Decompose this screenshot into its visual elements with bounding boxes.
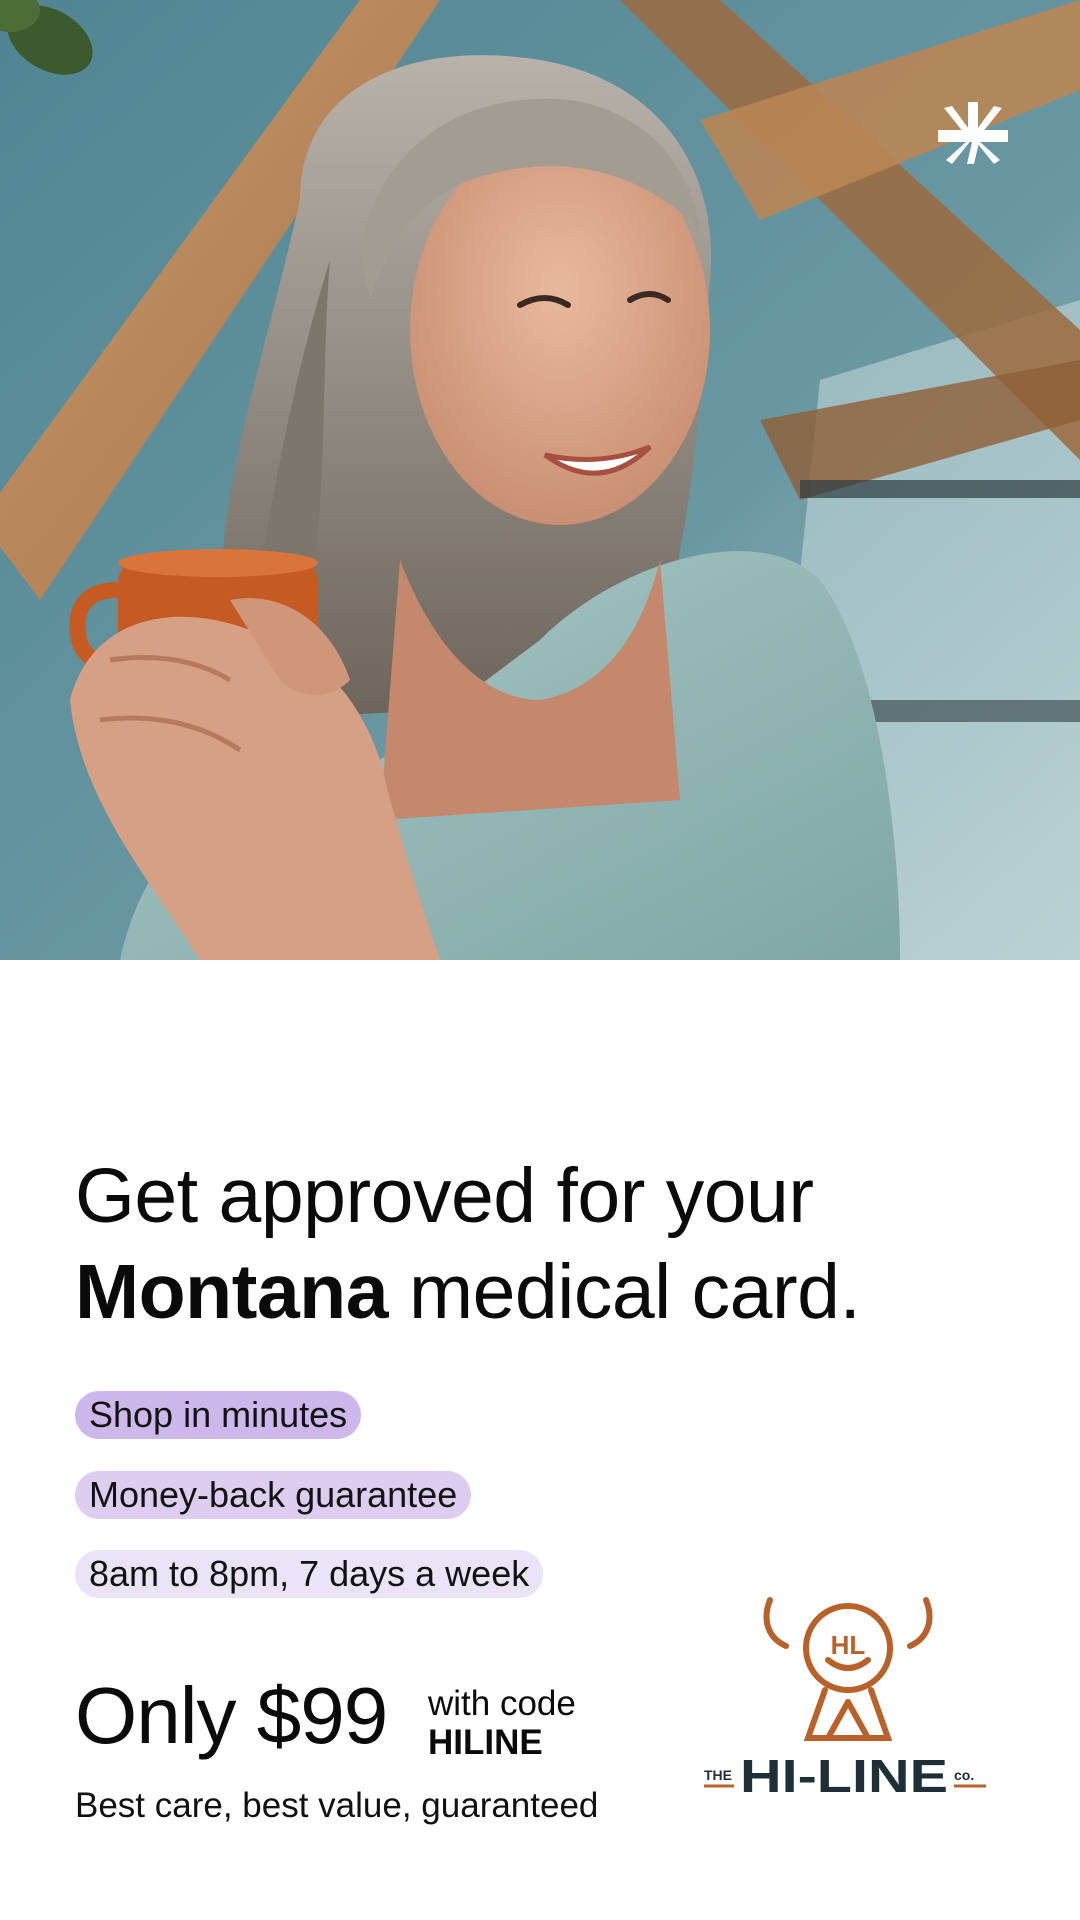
feature-pill-hours: 8am to 8pm, 7 days a week [75,1550,544,1598]
promo-code-block: with code HILINE [428,1684,576,1762]
headline: Get approved for your Montana medical ca… [75,1148,1035,1340]
hero-photo [0,0,1080,960]
feature-pill-shop: Shop in minutes [75,1391,362,1439]
partner-logo: HL THE HI-LINE co. [704,1597,986,1802]
partner-the: THE [704,1767,732,1783]
promo-code-prefix: with code [428,1684,576,1723]
partner-name: HI-LINE [740,1750,948,1802]
leaf-asterisk-icon [938,102,1008,164]
partner-suffix: co. [954,1767,974,1783]
tagline: Best care, best value, guaranteed [75,1786,599,1825]
promo-code: HILINE [428,1723,543,1762]
ad-page: Get approved for your Montana medical ca… [0,0,1080,1920]
price-text: Only $99 [75,1671,388,1760]
headline-line1: Get approved for your [75,1153,814,1239]
feature-pill-guarantee: Money-back guarantee [75,1471,472,1519]
partner-monogram: HL [831,1630,866,1660]
headline-state: Montana [75,1249,389,1335]
headline-line2-rest: medical card. [388,1249,861,1335]
